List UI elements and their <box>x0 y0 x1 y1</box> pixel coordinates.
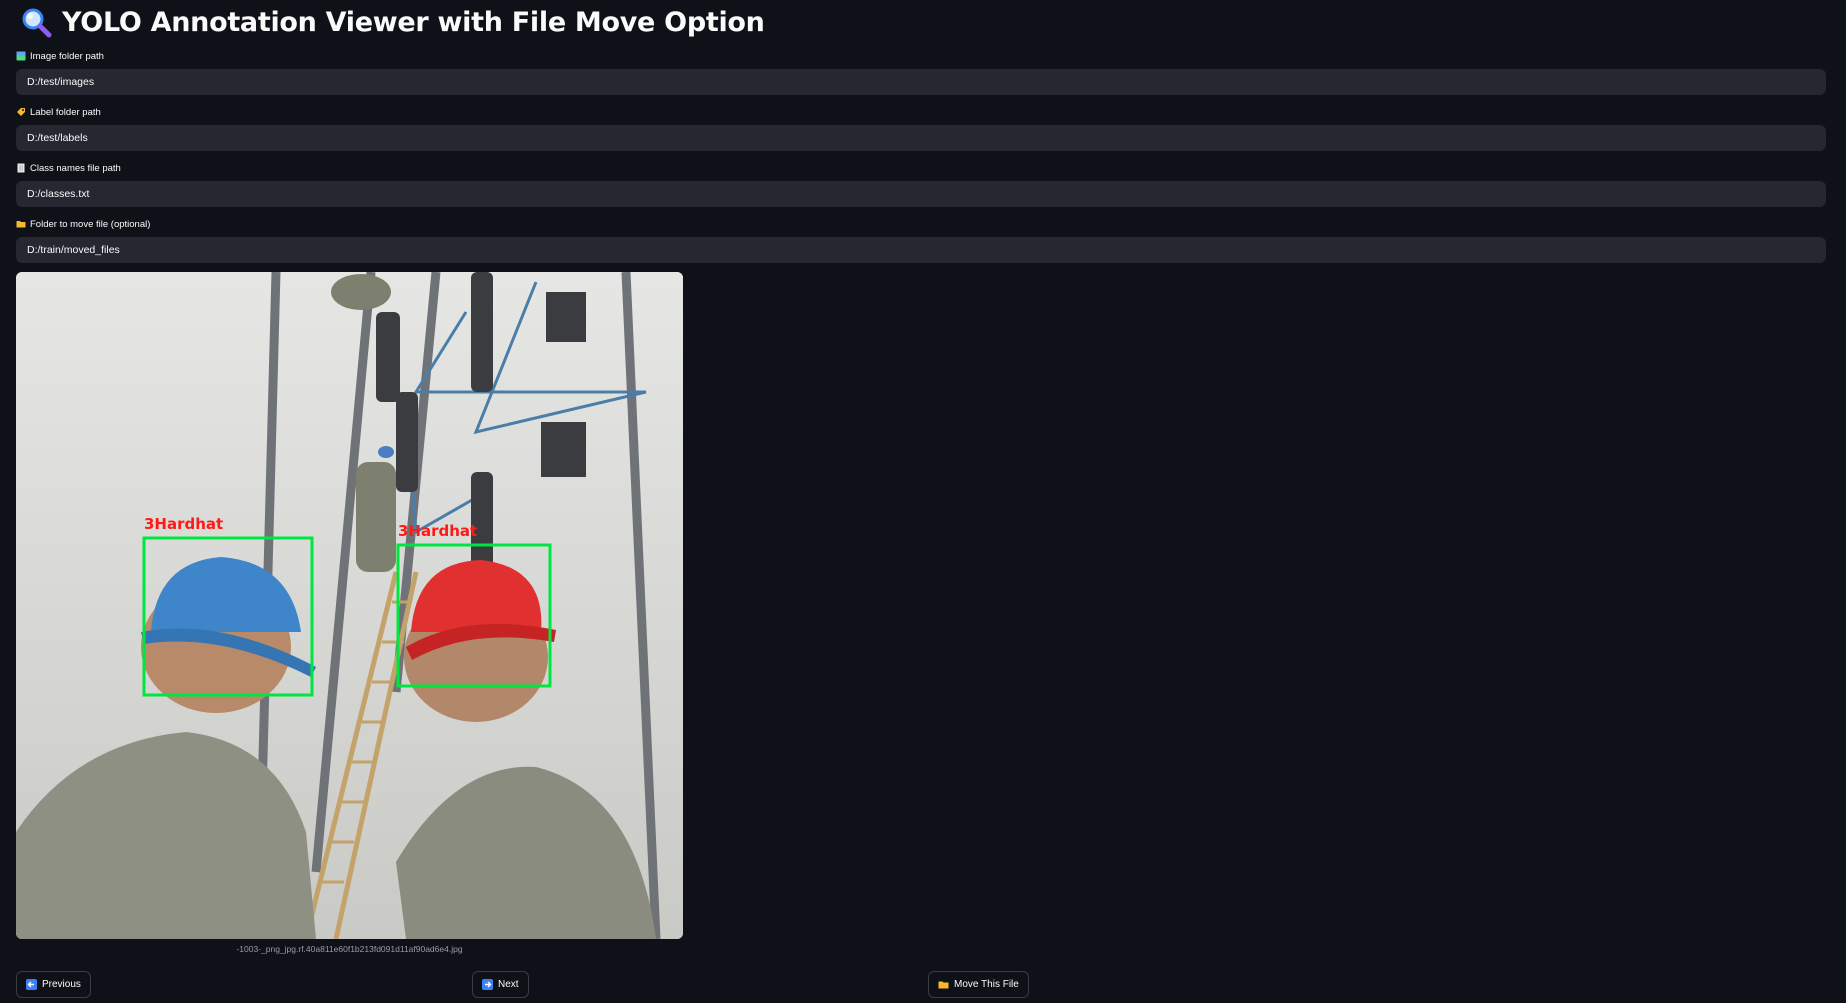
header: YOLO Annotation Viewer with File Move Op… <box>20 2 765 42</box>
annotated-image: 3Hardhat 3Hardhat <box>16 272 683 939</box>
label-folder-label-text: Label folder path <box>30 106 101 118</box>
annotated-image-canvas: 3Hardhat 3Hardhat <box>16 272 683 939</box>
bbox-2-label: 3Hardhat <box>398 522 477 540</box>
page-title: YOLO Annotation Viewer with File Move Op… <box>62 6 765 38</box>
move-file-button[interactable]: Move This File <box>928 971 1029 998</box>
document-icon <box>17 163 25 173</box>
right-arrow-icon <box>482 979 493 990</box>
class-names-label: Class names file path <box>16 161 1826 175</box>
move-folder-input[interactable] <box>16 237 1826 263</box>
next-button-label: Next <box>498 979 519 990</box>
label-folder-field: Label folder path <box>16 105 1826 151</box>
move-file-button-label: Move This File <box>954 979 1019 990</box>
magnifier-icon <box>22 8 52 38</box>
folder-icon <box>938 981 949 989</box>
label-tag-icon <box>17 108 25 116</box>
next-button[interactable]: Next <box>472 971 529 998</box>
app-root: YOLO Annotation Viewer with File Move Op… <box>0 0 1846 1003</box>
image-caption: -1003-_png_jpg.rf.40a811e60f1b213fd091d1… <box>236 944 463 954</box>
picture-icon <box>16 51 26 61</box>
bbox-1-label: 3Hardhat <box>144 515 223 533</box>
image-folder-label: Image folder path <box>16 49 1826 63</box>
folder-icon <box>16 221 26 228</box>
move-folder-field: Folder to move file (optional) <box>16 217 1826 263</box>
label-folder-input[interactable] <box>16 125 1826 151</box>
image-folder-input[interactable] <box>16 69 1826 95</box>
previous-button-label: Previous <box>42 979 81 990</box>
move-folder-label-text: Folder to move file (optional) <box>30 218 151 230</box>
class-names-input[interactable] <box>16 181 1826 207</box>
left-arrow-icon <box>26 979 37 990</box>
class-names-field: Class names file path <box>16 161 1826 207</box>
class-names-label-text: Class names file path <box>30 162 121 174</box>
label-folder-label: Label folder path <box>16 105 1826 119</box>
previous-button[interactable]: Previous <box>16 971 91 998</box>
image-folder-label-text: Image folder path <box>30 50 104 62</box>
move-folder-label: Folder to move file (optional) <box>16 217 1826 231</box>
image-folder-field: Image folder path <box>16 49 1826 95</box>
